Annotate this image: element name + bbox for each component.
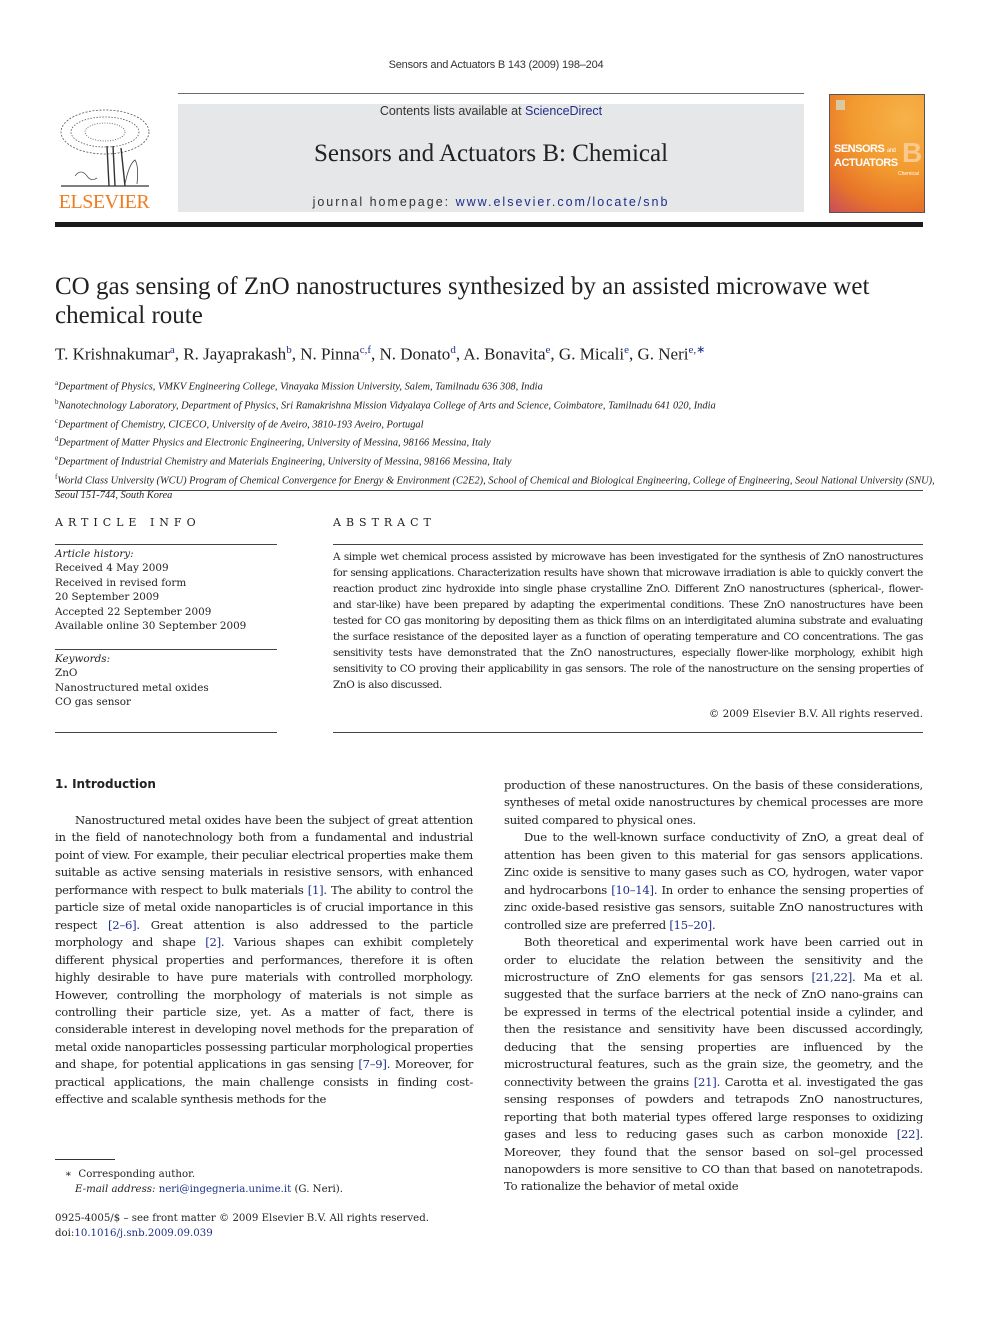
citation-link[interactable]: [22] — [897, 1127, 920, 1141]
publisher-logo[interactable]: ELSEVIER — [55, 106, 153, 214]
author-name[interactable]: T. Krishnakumar — [55, 345, 170, 364]
keywords-block: Keywords: ZnO Nanostructured metal oxides… — [55, 652, 277, 710]
cover-title: SENSORS and ACTUATORS — [834, 143, 898, 169]
doi-link[interactable]: 10.1016/j.snb.2009.09.039 — [74, 1228, 212, 1239]
affiliation: aDepartment of Physics, VMKV Engineering… — [55, 376, 935, 395]
cover-letter: B — [902, 137, 923, 168]
affiliation-text: Nanotechnology Laboratory, Department of… — [58, 400, 716, 412]
author-affiliation-mark[interactable]: e — [546, 344, 551, 356]
citation-link[interactable]: [7–9] — [358, 1057, 387, 1071]
history-item: Available online 30 September 2009 — [55, 620, 247, 633]
author-affiliation-mark[interactable]: e,∗ — [688, 344, 705, 356]
cover-subtitle: Chemical — [898, 171, 919, 177]
affiliation-text: World Class University (WCU) Program of … — [55, 475, 935, 501]
citation-link[interactable]: [15–20] — [669, 918, 712, 932]
cover-elsevier-icon — [836, 100, 845, 110]
journal-title: Sensors and Actuators B: Chemical — [313, 140, 669, 167]
keyword: ZnO — [55, 667, 78, 680]
doi-prefix: doi: — [55, 1228, 75, 1239]
abstract-bottom-rule — [333, 732, 923, 733]
citation-link[interactable]: [21,22] — [811, 970, 852, 984]
running-head: Sensors and Actuators B 143 (2009) 198–2… — [388, 59, 604, 71]
abstract-rule — [333, 544, 923, 545]
affiliation: cDepartment of Chemistry, CICECO, Univer… — [55, 414, 935, 433]
footnote-rule — [55, 1159, 115, 1160]
keywords-rule — [55, 649, 277, 650]
elsevier-wordmark: ELSEVIER — [58, 191, 150, 213]
paragraph: Both theoretical and experimental work h… — [504, 935, 923, 1194]
author-affiliation-mark[interactable]: e — [624, 344, 629, 356]
contents-prefix: Contents lists available at — [379, 104, 526, 118]
history-item: Received in revised form — [55, 576, 187, 589]
journal-cover-thumbnail[interactable]: SENSORS and ACTUATORS B Chemical — [829, 94, 925, 213]
author-affiliation-mark[interactable]: a — [170, 344, 175, 356]
paragraph: Nanostructured metal oxides have been th… — [55, 813, 474, 1107]
footnote-marker: ∗ — [65, 1169, 72, 1180]
homepage-prefix: journal homepage: — [312, 195, 456, 209]
abstract-heading: ABSTRACT — [333, 516, 436, 529]
article-history: Article history: Received 4 May 2009 Rece… — [55, 547, 277, 633]
issn-line: 0925-4005/$ – see front matter © 2009 El… — [55, 1213, 429, 1224]
keywords-label: Keywords: — [55, 653, 111, 665]
history-item: Received 4 May 2009 — [55, 562, 169, 575]
article-info-heading: ARTICLE INFO — [55, 516, 201, 529]
journal-homepage: journal homepage: www.elsevier.com/locat… — [178, 195, 804, 209]
header-top-rule — [178, 93, 804, 94]
affiliation: bNanotechnology Laboratory, Department o… — [55, 395, 935, 414]
email-label: E-mail address: — [75, 1184, 156, 1195]
author-affiliation-mark[interactable]: d — [450, 344, 456, 356]
citation-link[interactable]: [21] — [694, 1075, 717, 1089]
header-thick-rule — [55, 222, 923, 227]
author-name[interactable]: G. Micali — [559, 345, 624, 364]
journal-banner: Contents lists available at ScienceDirec… — [178, 104, 804, 212]
article-history-label: Article history: — [55, 548, 134, 560]
body-column-right: production of these nanostructures. On t… — [504, 777, 923, 1196]
citation-link[interactable]: [1] — [308, 883, 324, 897]
article-title: CO gas sensing of ZnO nanostructures syn… — [55, 273, 870, 329]
citation-link[interactable]: [10–14] — [611, 883, 654, 897]
legal-block: 0925-4005/$ – see front matter © 2009 El… — [55, 1211, 475, 1241]
affiliation-list: aDepartment of Physics, VMKV Engineering… — [55, 376, 935, 503]
citation-link[interactable]: [2–6] — [108, 918, 137, 932]
history-item: Accepted 22 September 2009 — [55, 605, 212, 618]
elsevier-tree-icon — [60, 109, 150, 187]
affiliation: dDepartment of Matter Physics and Electr… — [55, 432, 935, 451]
homepage-link[interactable]: www.elsevier.com/locate/snb — [456, 195, 670, 209]
abstract-copyright: © 2009 Elsevier B.V. All rights reserved… — [708, 708, 923, 720]
affiliation-text: Department of Chemistry, CICECO, Univers… — [58, 419, 424, 430]
author-name[interactable]: A. Bonavita — [463, 345, 545, 364]
article-info-rule — [55, 544, 277, 545]
paragraph: production of these nanostructures. On t… — [504, 778, 923, 827]
section-heading-introduction: 1. Introduction — [55, 777, 156, 791]
header-separator — [55, 490, 923, 491]
author-affiliation-mark[interactable]: b — [286, 344, 292, 356]
sciencedirect-link[interactable]: ScienceDirect — [525, 104, 602, 118]
email-suffix: (G. Neri). — [291, 1184, 343, 1195]
paragraph: Due to the well-known surface conductivi… — [504, 830, 923, 932]
keyword: Nanostructured metal oxides — [55, 681, 209, 694]
affiliation: fWorld Class University (WCU) Program of… — [55, 470, 935, 503]
email-link[interactable]: neri@ingegneria.unime.it — [159, 1184, 292, 1195]
history-item: 20 September 2009 — [55, 591, 160, 604]
abstract-text: A simple wet chemical process assisted b… — [333, 551, 923, 691]
author-name[interactable]: R. Jayaprakash — [183, 345, 286, 364]
keyword: CO gas sensor — [55, 696, 131, 709]
corresponding-author-note: Corresponding author. — [78, 1169, 196, 1180]
footnote: ∗ Corresponding author. E-mail address: … — [55, 1167, 475, 1197]
affiliation-text: Department of Industrial Chemistry and M… — [58, 456, 512, 468]
author-name[interactable]: N. Donato — [379, 345, 450, 364]
contents-line: Contents lists available at ScienceDirec… — [178, 104, 804, 118]
citation-link[interactable]: [2] — [205, 935, 221, 949]
author-affiliation-mark[interactable]: c,f — [360, 344, 371, 356]
author-name[interactable]: G. Neri — [637, 345, 688, 364]
article-info-bottom-rule — [55, 732, 277, 733]
affiliation-text: Department of Matter Physics and Electro… — [58, 437, 491, 449]
author-name[interactable]: N. Pinna — [300, 345, 360, 364]
author-list: T. Krishnakumara, R. Jayaprakashb, N. Pi… — [55, 344, 706, 364]
affiliation-text: Department of Physics, VMKV Engineering … — [58, 381, 543, 393]
body-column-left: Nanostructured metal oxides have been th… — [55, 812, 473, 1109]
affiliation: eDepartment of Industrial Chemistry and … — [55, 451, 935, 470]
